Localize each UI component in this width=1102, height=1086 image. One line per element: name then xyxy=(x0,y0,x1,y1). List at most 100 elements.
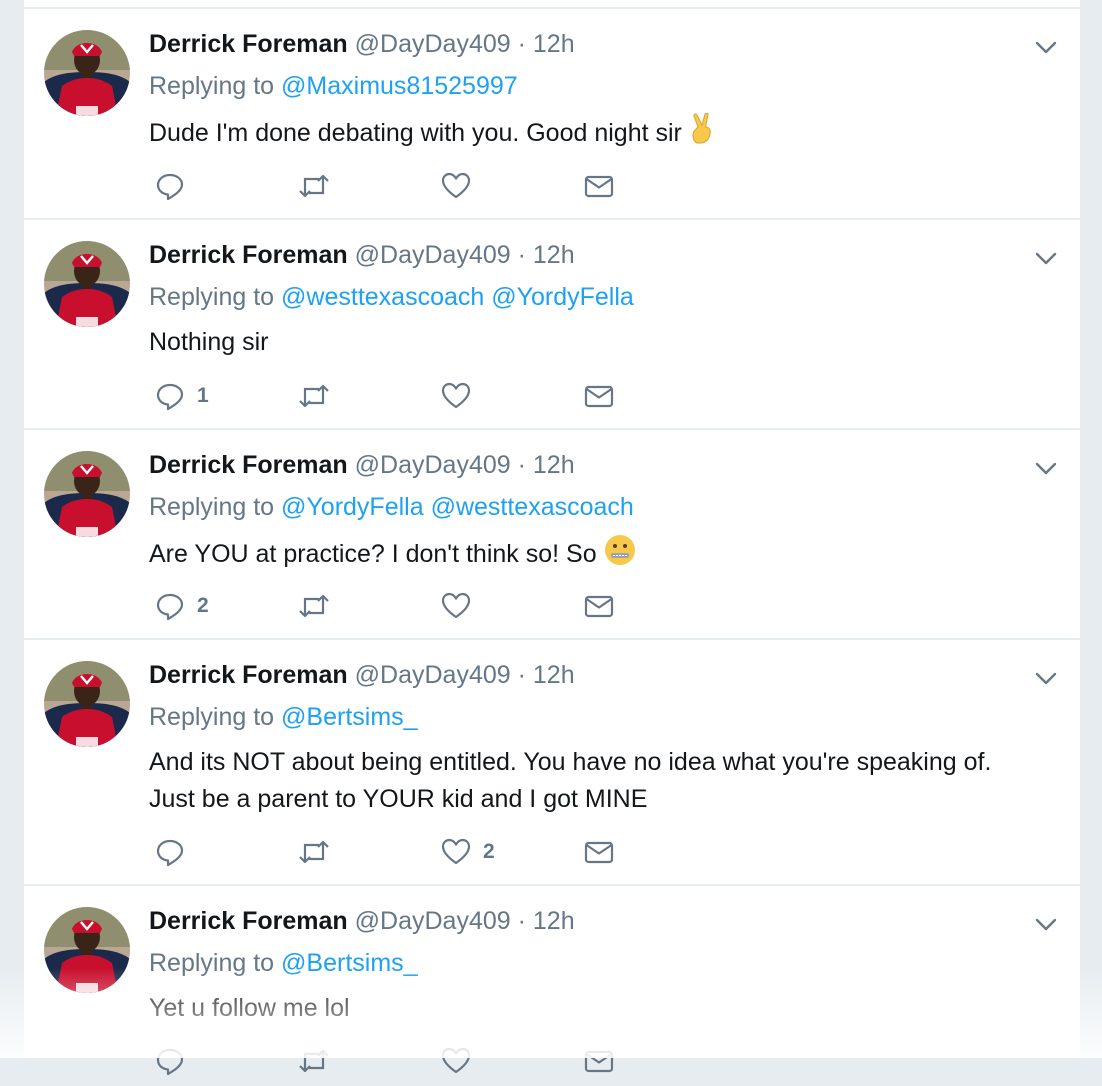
retweet-icon xyxy=(297,591,331,621)
tweet[interactable]: Derrick Foreman @DayDay409 · 12h Replyin… xyxy=(24,640,1080,886)
tweet-header: Derrick Foreman @DayDay409 · 12h xyxy=(149,906,575,936)
tweet-text-line: And its NOT about being entitled. You ha… xyxy=(149,748,992,776)
replying-to: Replying to @YordyFella @westtexascoach xyxy=(149,492,634,522)
tweet-actions xyxy=(149,1044,749,1078)
like-icon xyxy=(441,1046,471,1076)
tweet[interactable]: Derrick Foreman @DayDay409 · 12h Replyin… xyxy=(24,430,1080,640)
reply-button[interactable]: 1 xyxy=(155,379,209,413)
author-handle[interactable]: @DayDay409 xyxy=(355,451,511,479)
direct-message-button[interactable] xyxy=(584,589,614,623)
author-name[interactable]: Derrick Foreman xyxy=(149,241,348,269)
like-icon xyxy=(441,171,471,201)
direct-message-icon xyxy=(584,591,614,621)
tweet-actions: 2 xyxy=(149,589,749,623)
avatar[interactable] xyxy=(44,661,130,747)
reply-icon xyxy=(155,1046,185,1076)
like-button[interactable] xyxy=(441,589,483,623)
like-button[interactable] xyxy=(441,169,483,203)
timestamp[interactable]: 12h xyxy=(533,661,575,689)
mention-link[interactable]: @westtexascoach xyxy=(281,283,484,311)
tweet[interactable]: Derrick Foreman @DayDay409 · 12h Replyin… xyxy=(24,220,1080,430)
like-count: 2 xyxy=(483,840,495,863)
reply-button[interactable] xyxy=(155,835,197,869)
timestamp[interactable]: 12h xyxy=(533,451,575,479)
like-button[interactable] xyxy=(441,379,483,413)
reply-button[interactable] xyxy=(155,169,197,203)
retweet-button[interactable] xyxy=(297,379,343,413)
chevron-down-icon[interactable] xyxy=(1034,246,1058,270)
reply-button[interactable]: 2 xyxy=(155,589,209,623)
reply-count: 1 xyxy=(197,384,209,407)
retweet-icon xyxy=(297,837,331,867)
mention-link[interactable]: @YordyFella xyxy=(491,283,634,311)
retweet-icon xyxy=(297,171,331,201)
like-icon xyxy=(441,837,471,867)
retweet-button[interactable] xyxy=(297,589,343,623)
tweet-text-line: Yet u follow me lol xyxy=(149,994,350,1022)
like-button[interactable]: 2 xyxy=(441,835,495,869)
chevron-down-icon[interactable] xyxy=(1034,912,1058,936)
tweet-text-line: Are YOU at practice? I don't think so! S… xyxy=(149,540,597,568)
timestamp[interactable]: 12h xyxy=(533,907,575,935)
chevron-down-icon[interactable] xyxy=(1034,456,1058,480)
author-name[interactable]: Derrick Foreman xyxy=(149,907,348,935)
timestamp[interactable]: 12h xyxy=(533,241,575,269)
reply-icon xyxy=(155,381,185,411)
author-handle[interactable]: @DayDay409 xyxy=(355,30,511,58)
tweet-text: Nothing sir xyxy=(149,324,1049,361)
tweet-actions xyxy=(149,169,749,203)
direct-message-button[interactable] xyxy=(584,835,614,869)
direct-message-icon xyxy=(584,837,614,867)
author-name[interactable]: Derrick Foreman xyxy=(149,30,348,58)
reply-icon xyxy=(155,591,185,621)
replying-to-label: Replying to xyxy=(149,703,275,731)
zipper-mouth-face-icon xyxy=(604,534,636,577)
author-name[interactable]: Derrick Foreman xyxy=(149,661,348,689)
replying-to: Replying to @westtexascoach @YordyFella xyxy=(149,282,634,312)
separator-dot: · xyxy=(517,451,526,479)
author-handle[interactable]: @DayDay409 xyxy=(355,661,511,689)
replying-to: Replying to @Bertsims_ xyxy=(149,948,418,978)
timestamp[interactable]: 12h xyxy=(533,30,575,58)
separator-dot: · xyxy=(517,907,526,935)
mention-link[interactable]: @westtexascoach xyxy=(431,493,634,521)
retweet-icon xyxy=(297,381,331,411)
retweet-button[interactable] xyxy=(297,835,343,869)
direct-message-button[interactable] xyxy=(584,1044,614,1078)
like-button[interactable] xyxy=(441,1044,483,1078)
mention-link[interactable]: @Bertsims_ xyxy=(281,703,418,731)
avatar[interactable] xyxy=(44,30,130,116)
tweet-actions: 2 xyxy=(149,835,749,869)
mention-link[interactable]: @YordyFella xyxy=(281,493,424,521)
author-name[interactable]: Derrick Foreman xyxy=(149,451,348,479)
tweet[interactable]: Derrick Foreman @DayDay409 · 12h Replyin… xyxy=(24,886,1080,1086)
replying-to: Replying to @Bertsims_ xyxy=(149,702,418,732)
tweet-header: Derrick Foreman @DayDay409 · 12h xyxy=(149,29,575,59)
direct-message-button[interactable] xyxy=(584,169,614,203)
avatar[interactable] xyxy=(44,241,130,327)
author-handle[interactable]: @DayDay409 xyxy=(355,907,511,935)
author-handle[interactable]: @DayDay409 xyxy=(355,241,511,269)
timeline: Derrick Foreman @DayDay409 · 12h Replyin… xyxy=(24,0,1080,1076)
reply-icon xyxy=(155,837,185,867)
avatar[interactable] xyxy=(44,907,130,993)
mention-link[interactable]: @Maximus81525997 xyxy=(281,72,518,100)
replying-to-label: Replying to xyxy=(149,493,275,521)
tweet-text-line: Dude I'm done debating with you. Good ni… xyxy=(149,119,682,147)
chevron-down-icon[interactable] xyxy=(1034,35,1058,59)
chevron-down-icon[interactable] xyxy=(1034,666,1058,690)
like-icon xyxy=(441,591,471,621)
retweet-button[interactable] xyxy=(297,169,343,203)
tweet-text: Yet u follow me lol xyxy=(149,990,1049,1027)
avatar[interactable] xyxy=(44,451,130,537)
tweet-actions: 1 xyxy=(149,379,749,413)
reply-button[interactable] xyxy=(155,1044,197,1078)
mention-link[interactable]: @Bertsims_ xyxy=(281,949,418,977)
direct-message-icon xyxy=(584,381,614,411)
direct-message-icon xyxy=(584,1046,614,1076)
retweet-button[interactable] xyxy=(297,1044,343,1078)
like-icon xyxy=(441,381,471,411)
direct-message-button[interactable] xyxy=(584,379,614,413)
tweet-header: Derrick Foreman @DayDay409 · 12h xyxy=(149,660,575,690)
tweet[interactable]: Derrick Foreman @DayDay409 · 12h Replyin… xyxy=(24,9,1080,220)
